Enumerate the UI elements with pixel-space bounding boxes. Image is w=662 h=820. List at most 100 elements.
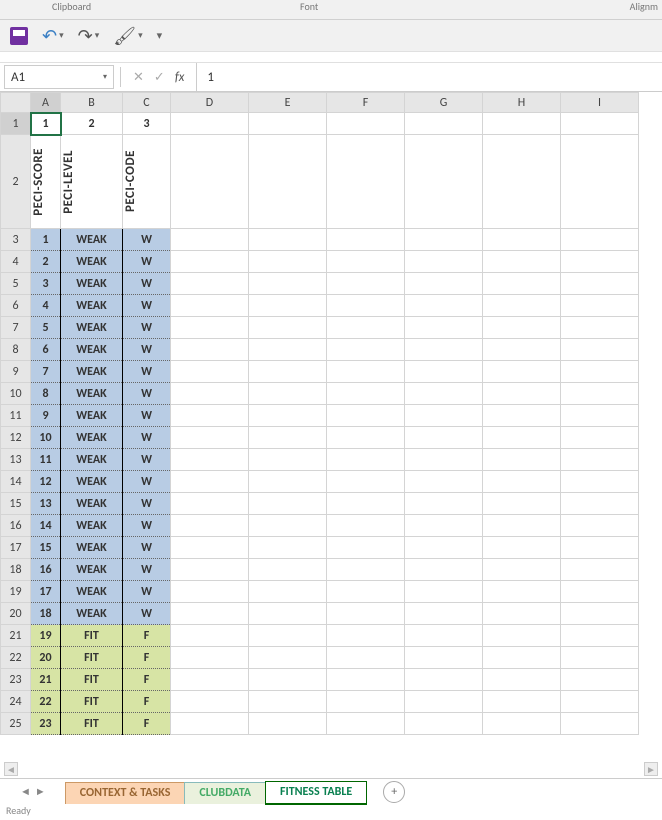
row-header[interactable]: 8 (1, 339, 31, 361)
cell[interactable] (483, 559, 561, 581)
cell[interactable] (561, 251, 639, 273)
cell[interactable]: 5 (31, 317, 61, 339)
cell[interactable]: 9 (31, 405, 61, 427)
row-header[interactable]: 21 (1, 625, 31, 647)
spreadsheet-grid[interactable]: A B C D E F G H I 11232PECI-SCOREPECI-LE… (0, 92, 662, 782)
row-header[interactable]: 1 (1, 113, 31, 135)
cell[interactable]: 8 (31, 383, 61, 405)
cell[interactable] (327, 295, 405, 317)
cell[interactable] (171, 135, 249, 229)
cell[interactable]: W (123, 427, 171, 449)
cell[interactable] (405, 625, 483, 647)
cell[interactable]: WEAK (61, 427, 123, 449)
cell[interactable] (171, 339, 249, 361)
cell[interactable] (327, 581, 405, 603)
row-header[interactable]: 24 (1, 691, 31, 713)
column-header[interactable]: I (561, 93, 639, 113)
column-header[interactable]: G (405, 93, 483, 113)
cell[interactable] (249, 135, 327, 229)
cell[interactable] (171, 537, 249, 559)
cell[interactable]: PECI-LEVEL (61, 135, 123, 229)
cell[interactable] (405, 471, 483, 493)
cell[interactable]: W (123, 339, 171, 361)
cell[interactable] (327, 135, 405, 229)
cell[interactable]: W (123, 581, 171, 603)
row-header[interactable]: 2 (1, 135, 31, 229)
cell[interactable]: WEAK (61, 273, 123, 295)
cell[interactable]: WEAK (61, 515, 123, 537)
cell[interactable]: 4 (31, 295, 61, 317)
cell[interactable] (561, 427, 639, 449)
cell[interactable] (561, 559, 639, 581)
cell[interactable]: 1 (31, 229, 61, 251)
cell[interactable] (483, 581, 561, 603)
cell[interactable] (483, 251, 561, 273)
cell[interactable] (561, 135, 639, 229)
cell[interactable] (405, 273, 483, 295)
cell[interactable]: WEAK (61, 361, 123, 383)
cell[interactable] (483, 317, 561, 339)
cell[interactable] (249, 603, 327, 625)
row-header[interactable]: 23 (1, 669, 31, 691)
cell[interactable]: WEAK (61, 559, 123, 581)
cell[interactable] (561, 603, 639, 625)
cell[interactable]: FIT (61, 625, 123, 647)
cell[interactable] (249, 713, 327, 735)
cell[interactable] (327, 669, 405, 691)
column-header[interactable]: H (483, 93, 561, 113)
add-sheet-button[interactable]: + (383, 781, 405, 803)
cell[interactable] (561, 625, 639, 647)
cell[interactable] (171, 691, 249, 713)
cell[interactable] (327, 361, 405, 383)
tab-nav-arrows[interactable]: ◄ ► (0, 785, 66, 798)
cell[interactable]: WEAK (61, 493, 123, 515)
cell[interactable] (327, 559, 405, 581)
row-header[interactable]: 25 (1, 713, 31, 735)
cell[interactable]: WEAK (61, 537, 123, 559)
cell[interactable]: 23 (31, 713, 61, 735)
cell[interactable] (171, 647, 249, 669)
cell[interactable] (171, 603, 249, 625)
cell[interactable]: 12 (31, 471, 61, 493)
cell[interactable]: 1 (31, 113, 61, 135)
cell[interactable]: FIT (61, 691, 123, 713)
cell[interactable]: W (123, 251, 171, 273)
row-header[interactable]: 4 (1, 251, 31, 273)
cell[interactable] (405, 603, 483, 625)
cell[interactable] (561, 669, 639, 691)
row-header[interactable]: 3 (1, 229, 31, 251)
cell[interactable] (327, 427, 405, 449)
cell[interactable] (561, 691, 639, 713)
cell[interactable] (483, 405, 561, 427)
cell[interactable] (249, 537, 327, 559)
cell[interactable] (561, 581, 639, 603)
cell[interactable] (405, 317, 483, 339)
row-header[interactable]: 20 (1, 603, 31, 625)
cell[interactable] (249, 113, 327, 135)
cell[interactable] (327, 515, 405, 537)
row-header[interactable]: 16 (1, 515, 31, 537)
cancel-icon[interactable]: ✕ (133, 70, 144, 85)
cell[interactable] (249, 251, 327, 273)
cell[interactable]: W (123, 471, 171, 493)
cell[interactable] (483, 691, 561, 713)
cell[interactable] (171, 559, 249, 581)
cell[interactable] (483, 135, 561, 229)
cell[interactable] (171, 449, 249, 471)
cell[interactable] (561, 317, 639, 339)
tab-context-tasks[interactable]: CONTEXT & TASKS (65, 782, 186, 804)
scroll-left-icon[interactable]: ◄ (4, 762, 18, 776)
cell[interactable]: WEAK (61, 295, 123, 317)
column-header[interactable]: C (123, 93, 171, 113)
cell[interactable] (561, 471, 639, 493)
cell[interactable]: W (123, 493, 171, 515)
cell[interactable]: W (123, 383, 171, 405)
cell[interactable]: WEAK (61, 251, 123, 273)
cell[interactable] (327, 405, 405, 427)
cell[interactable] (249, 273, 327, 295)
cell[interactable]: W (123, 405, 171, 427)
cell[interactable] (249, 625, 327, 647)
cell[interactable] (483, 273, 561, 295)
cell[interactable] (561, 405, 639, 427)
cell[interactable] (249, 493, 327, 515)
